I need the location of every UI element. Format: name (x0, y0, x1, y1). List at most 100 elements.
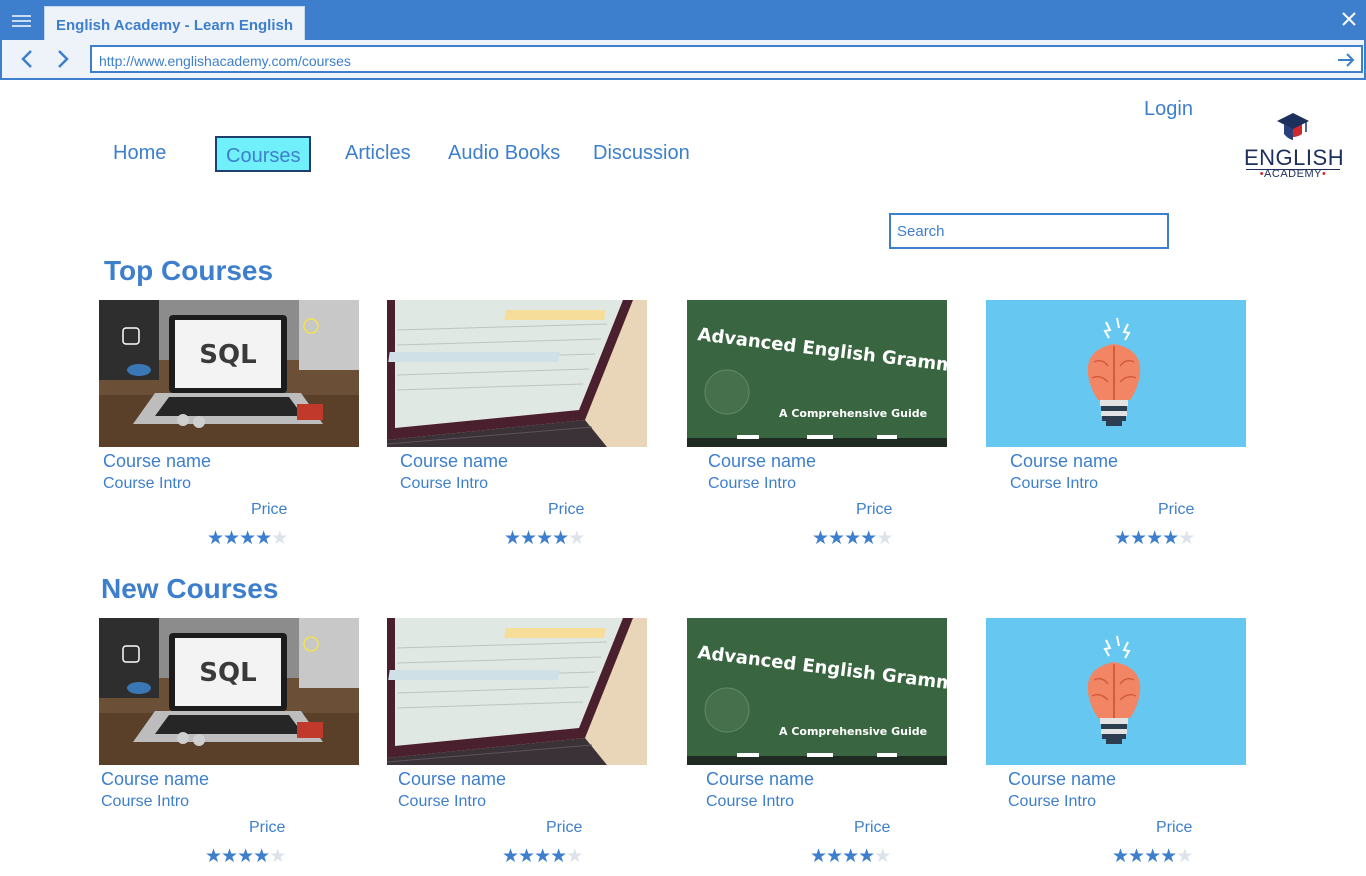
course-price: Price (249, 819, 286, 836)
star-filled-icon: ★ (1128, 846, 1145, 867)
nav-discussion[interactable]: Discussion (593, 142, 690, 165)
svg-text:A Comprehensive Guide: A Comprehensive Guide (779, 725, 927, 738)
course-name[interactable]: Course name (400, 451, 508, 472)
star-empty-icon: ★ (271, 528, 288, 549)
star-filled-icon: ★ (534, 846, 551, 867)
star-filled-icon: ★ (223, 528, 240, 549)
address-bar[interactable]: http://www.englishacademy.com/courses (90, 45, 1363, 73)
course-name[interactable]: Course name (708, 451, 816, 472)
star-empty-icon: ★ (566, 846, 583, 867)
star-rating: ★★★★★ (1114, 528, 1195, 549)
laptop-spreadsheet-image[interactable] (387, 300, 647, 447)
star-filled-icon: ★ (550, 846, 567, 867)
star-filled-icon: ★ (1130, 528, 1147, 549)
star-filled-icon: ★ (253, 846, 270, 867)
star-filled-icon: ★ (828, 528, 845, 549)
back-arrow-icon[interactable] (18, 49, 36, 69)
star-rating: ★★★★★ (812, 528, 893, 549)
course-name[interactable]: Course name (101, 769, 209, 790)
star-filled-icon: ★ (842, 846, 859, 867)
close-icon[interactable] (1340, 10, 1358, 28)
star-empty-icon: ★ (269, 846, 286, 867)
brain-lightbulb-image[interactable] (986, 300, 1246, 447)
course-intro: Course Intro (103, 475, 192, 492)
star-filled-icon: ★ (504, 528, 521, 549)
forward-arrow-icon[interactable] (54, 49, 72, 69)
section-title-top-courses: Top Courses (104, 255, 274, 286)
browser-tab[interactable]: English Academy - Learn English (44, 6, 305, 40)
browser-title-bar: English Academy - Learn English (0, 0, 1366, 40)
star-filled-icon: ★ (810, 846, 827, 867)
go-arrow-icon[interactable] (1337, 52, 1355, 68)
course-intro: Course Intro (398, 793, 487, 810)
star-empty-icon: ★ (1176, 846, 1193, 867)
brain-lightbulb-image[interactable] (986, 618, 1246, 765)
star-empty-icon: ★ (874, 846, 891, 867)
login-link[interactable]: Login (1144, 98, 1193, 121)
star-empty-icon: ★ (876, 528, 893, 549)
logo-subtitle: •ACADEMY• (1259, 168, 1327, 180)
sql-laptop-image[interactable]: SQL (99, 300, 359, 447)
nav-home[interactable]: Home (113, 142, 166, 165)
course-name[interactable]: Course name (1010, 451, 1118, 472)
nav-courses[interactable]: Courses (215, 136, 312, 172)
star-filled-icon: ★ (1160, 846, 1177, 867)
svg-text:A Comprehensive Guide: A Comprehensive Guide (779, 407, 927, 420)
star-filled-icon: ★ (812, 528, 829, 549)
svg-text:SQL: SQL (199, 658, 256, 688)
star-filled-icon: ★ (552, 528, 569, 549)
star-rating: ★★★★★ (1112, 846, 1193, 867)
star-rating: ★★★★★ (205, 846, 286, 867)
star-rating: ★★★★★ (810, 846, 891, 867)
star-filled-icon: ★ (237, 846, 254, 867)
url-text[interactable]: http://www.englishacademy.com/courses (99, 53, 351, 69)
course-intro: Course Intro (101, 793, 190, 810)
star-empty-icon: ★ (568, 528, 585, 549)
chalkboard-grammar-image[interactable]: Advanced English Grammar A Comprehensive… (687, 300, 947, 447)
svg-text:SQL: SQL (199, 340, 256, 370)
course-intro: Course Intro (708, 475, 797, 492)
course-name[interactable]: Course name (1008, 769, 1116, 790)
star-filled-icon: ★ (536, 528, 553, 549)
course-price: Price (856, 501, 893, 518)
chalkboard-grammar-image[interactable]: Advanced English Grammar A Comprehensive… (687, 618, 947, 765)
course-name[interactable]: Course name (103, 451, 211, 472)
english-academy-logo[interactable]: ENGLISH •ACADEMY• (1240, 112, 1346, 184)
course-name[interactable]: Course name (706, 769, 814, 790)
star-filled-icon: ★ (518, 846, 535, 867)
star-filled-icon: ★ (860, 528, 877, 549)
course-name[interactable]: Course name (398, 769, 506, 790)
tab-title: English Academy - Learn English (56, 17, 293, 34)
course-price: Price (854, 819, 891, 836)
course-price: Price (548, 501, 585, 518)
course-price: Price (1158, 501, 1195, 518)
course-intro: Course Intro (400, 475, 489, 492)
search-input[interactable] (889, 213, 1169, 249)
star-filled-icon: ★ (207, 528, 224, 549)
star-filled-icon: ★ (255, 528, 272, 549)
star-filled-icon: ★ (239, 528, 256, 549)
sql-laptop-image[interactable]: SQL (99, 618, 359, 765)
course-intro: Course Intro (1008, 793, 1097, 810)
course-intro: Course Intro (706, 793, 795, 810)
course-price: Price (251, 501, 288, 518)
laptop-spreadsheet-image[interactable] (387, 618, 647, 765)
nav-articles[interactable]: Articles (345, 142, 411, 165)
star-filled-icon: ★ (1114, 528, 1131, 549)
browser-nav-bar: http://www.englishacademy.com/courses (0, 40, 1366, 80)
star-rating: ★★★★★ (502, 846, 583, 867)
nav-audio-books[interactable]: Audio Books (448, 142, 560, 165)
course-intro: Course Intro (1010, 475, 1099, 492)
star-filled-icon: ★ (221, 846, 238, 867)
star-filled-icon: ★ (826, 846, 843, 867)
star-filled-icon: ★ (502, 846, 519, 867)
star-filled-icon: ★ (858, 846, 875, 867)
menu-icon[interactable] (12, 15, 31, 27)
star-filled-icon: ★ (1144, 846, 1161, 867)
star-filled-icon: ★ (1112, 846, 1129, 867)
star-filled-icon: ★ (1146, 528, 1163, 549)
star-filled-icon: ★ (844, 528, 861, 549)
star-filled-icon: ★ (205, 846, 222, 867)
graduation-cap-icon (1277, 113, 1309, 140)
course-price: Price (546, 819, 583, 836)
